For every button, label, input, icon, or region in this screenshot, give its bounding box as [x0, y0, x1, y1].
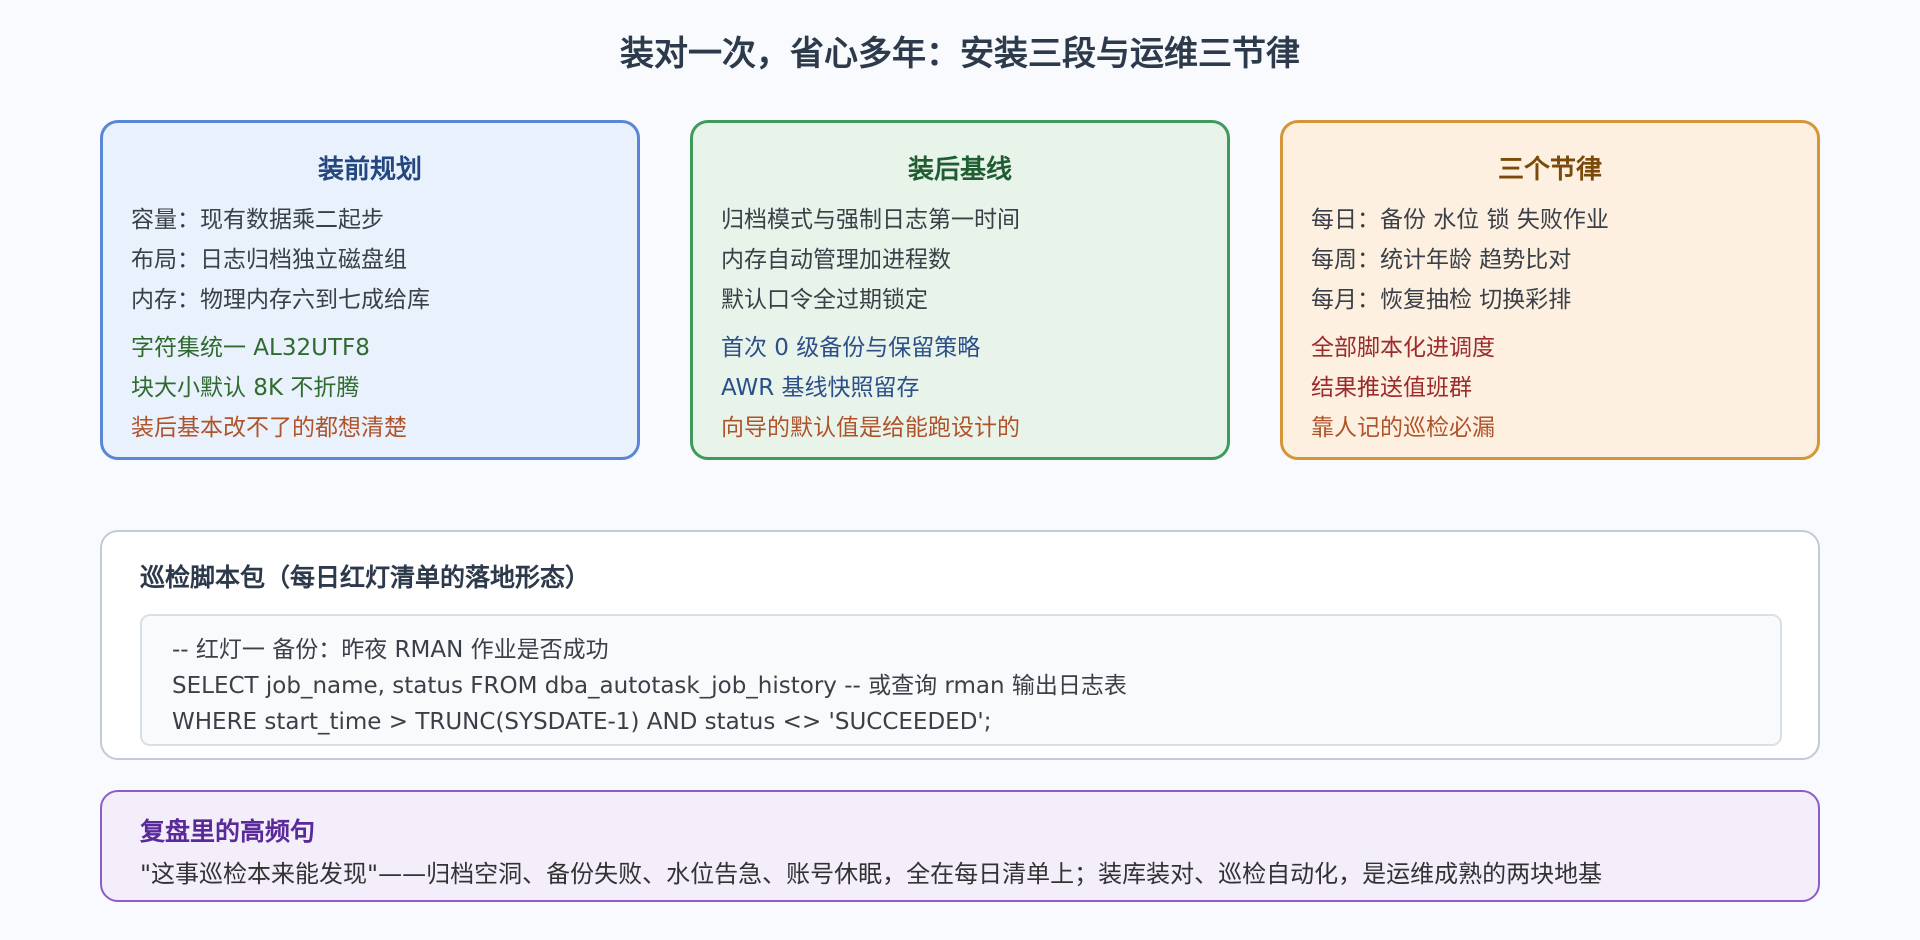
quote-text: "这事巡检本来能发现"——归档空洞、备份失败、水位告急、账号休眠，全在每日清单上… [140, 860, 1603, 888]
card-line: 默认口令全过期锁定 [721, 287, 928, 313]
card-line: AWR 基线快照留存 [721, 375, 920, 401]
card-three-rhythms: 三个节律 每日：备份 水位 锁 失败作业 每周：统计年龄 趋势比对 每月：恢复抽… [1280, 120, 1820, 460]
card-line: 字符集统一 AL32UTF8 [131, 335, 370, 361]
card-line: 结果推送值班群 [1311, 375, 1472, 401]
card-note: 靠人记的巡检必漏 [1311, 415, 1495, 441]
card-line: 内存：物理内存六到七成给库 [131, 287, 430, 313]
card-line: 每月：恢复抽检 切换彩排 [1311, 287, 1572, 313]
review-quote-box: 复盘里的高频句 "这事巡检本来能发现"——归档空洞、备份失败、水位告急、账号休眠… [100, 790, 1820, 902]
card-line: 块大小默认 8K 不折腾 [131, 375, 360, 401]
card-line: 归档模式与强制日志第一时间 [721, 207, 1020, 233]
card-line: 首次 0 级备份与保留策略 [721, 335, 981, 361]
quote-title: 复盘里的高频句 [140, 817, 316, 846]
card-heading: 装前规划 [317, 155, 422, 185]
card-post-install-baseline: 装后基线 归档模式与强制日志第一时间 内存自动管理加进程数 默认口令全过期锁定 … [690, 120, 1230, 460]
code-line: WHERE start_time > TRUNC(SYSDATE-1) AND … [172, 709, 992, 735]
inspection-script-pack: 巡检脚本包（每日红灯清单的落地形态） -- 红灯一 备份：昨夜 RMAN 作业是… [100, 530, 1820, 760]
card-note: 向导的默认值是给能跑设计的 [721, 415, 1020, 441]
card-line: 每周：统计年龄 趋势比对 [1311, 247, 1572, 273]
card-heading: 装后基线 [907, 155, 1012, 185]
card-line: 每日：备份 水位 锁 失败作业 [1311, 207, 1609, 233]
card-line: 布局：日志归档独立磁盘组 [131, 247, 407, 273]
code-block: -- 红灯一 备份：昨夜 RMAN 作业是否成功 SELECT job_name,… [140, 614, 1782, 746]
card-line: 全部脚本化进调度 [1311, 335, 1495, 361]
card-line: 内存自动管理加进程数 [721, 247, 951, 273]
card-note: 装后基本改不了的都想清楚 [131, 415, 407, 441]
card-pre-install-planning: 装前规划 容量：现有数据乘二起步 布局：日志归档独立磁盘组 内存：物理内存六到七… [100, 120, 640, 460]
script-pack-title: 巡检脚本包（每日红灯清单的落地形态） [140, 563, 591, 592]
page-title: 装对一次，省心多年：安装三段与运维三节律 [620, 34, 1300, 74]
code-line: -- 红灯一 备份：昨夜 RMAN 作业是否成功 [172, 637, 609, 663]
code-line: SELECT job_name, status FROM dba_autotas… [172, 673, 1127, 699]
card-line: 容量：现有数据乘二起步 [131, 207, 384, 233]
card-heading: 三个节律 [1497, 155, 1602, 185]
